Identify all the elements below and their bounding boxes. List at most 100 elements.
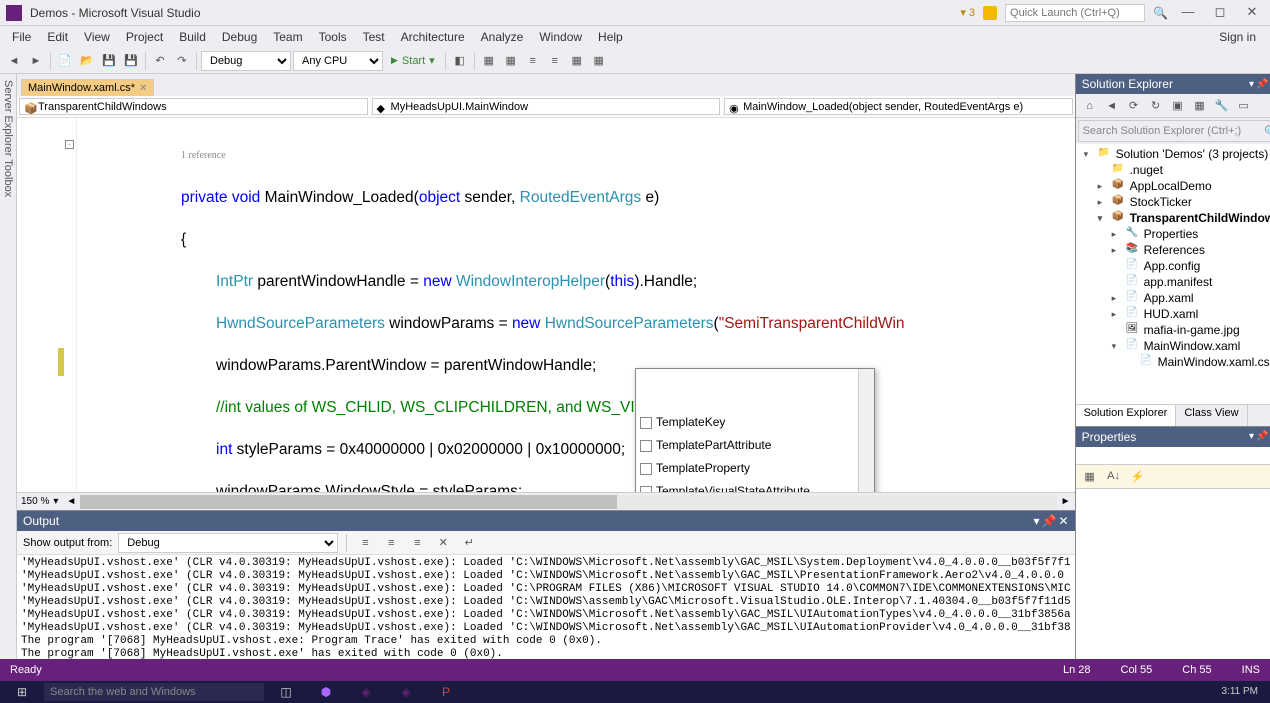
tree-expand-icon[interactable]: ▸ [1098, 197, 1108, 208]
taskbar-app-1[interactable]: ⬢ [308, 682, 344, 702]
output-pin-icon[interactable]: 📌 [1042, 514, 1057, 528]
output-btn-2[interactable]: ≡ [381, 533, 401, 553]
menu-tools[interactable]: Tools [311, 28, 355, 46]
output-btn-1[interactable]: ≡ [355, 533, 375, 553]
intellisense-scrollbar[interactable] [858, 369, 874, 492]
tree-node[interactable]: ▸📦AppLocalDemo [1076, 178, 1270, 194]
tree-expand-icon[interactable]: ▾ [1098, 213, 1108, 224]
props-dropdown-icon[interactable]: ▾ [1249, 431, 1254, 442]
platform-dropdown[interactable]: Any CPU [293, 51, 383, 71]
tree-expand-icon[interactable]: ▸ [1112, 229, 1122, 240]
scroll-right-icon[interactable]: ► [1061, 496, 1071, 507]
editor-h-scrollbar[interactable] [80, 495, 1056, 509]
nav-member-dropdown[interactable]: ◉MainWindow_Loaded(object sender, Routed… [724, 98, 1073, 115]
tree-expand-icon[interactable]: ▸ [1098, 181, 1108, 192]
props-az-icon[interactable]: A↓ [1104, 466, 1124, 486]
codelens-references[interactable]: 1 reference [181, 150, 226, 161]
tree-node[interactable]: ▸🔧Properties [1076, 226, 1270, 242]
close-tab-icon[interactable]: ✕ [139, 83, 147, 94]
se-collapse-icon[interactable]: ▣ [1168, 96, 1188, 116]
output-text[interactable]: 'MyHeadsUpUI.vshost.exe' (CLR v4.0.30319… [17, 555, 1075, 666]
tree-expand-icon[interactable]: ▸ [1112, 309, 1122, 320]
output-wrap-button[interactable]: ↵ [459, 533, 479, 553]
menu-analyze[interactable]: Analyze [473, 28, 532, 46]
taskbar-app-4[interactable]: P [428, 682, 464, 702]
left-tool-rail[interactable]: Server Explorer Toolbox [0, 74, 17, 682]
tb-icon-6[interactable]: ▦ [567, 51, 587, 71]
task-view-icon[interactable]: ◫ [268, 682, 304, 702]
intellisense-item[interactable]: TemplateKey [636, 411, 874, 434]
save-button[interactable]: 💾 [99, 51, 119, 71]
tree-node[interactable]: ▾📦TransparentChildWindows [1076, 210, 1270, 226]
output-dropdown-icon[interactable]: ▾ [1034, 514, 1040, 528]
tree-node[interactable]: ▸📚References [1076, 242, 1270, 258]
output-clear-button[interactable]: ✕ [433, 533, 453, 553]
start-button[interactable]: Start ▾ [385, 54, 441, 67]
se-refresh-icon[interactable]: ↻ [1146, 96, 1166, 116]
nav-class-dropdown[interactable]: ◆MyHeadsUpUI.MainWindow [372, 98, 721, 115]
notification-count[interactable]: ▾ 3 [960, 6, 975, 19]
properties-grid[interactable] [1076, 489, 1270, 683]
tb-icon-3[interactable]: ▦ [501, 51, 521, 71]
tree-expand-icon[interactable]: ▾ [1084, 149, 1094, 160]
output-btn-3[interactable]: ≡ [407, 533, 427, 553]
se-pin-icon[interactable]: 📌 [1256, 79, 1268, 90]
intellisense-item[interactable]: TemplatePartAttribute [636, 434, 874, 457]
se-preview-icon[interactable]: ▭ [1234, 96, 1254, 116]
se-properties-icon[interactable]: 🔧 [1212, 96, 1232, 116]
quick-launch-input[interactable] [1005, 4, 1145, 22]
intellisense-item[interactable]: TemplateVisualStateAttribute [636, 480, 874, 492]
tb-icon-4[interactable]: ≡ [523, 51, 543, 71]
tree-node[interactable]: ▾📄MainWindow.xaml [1076, 338, 1270, 354]
tb-icon-5[interactable]: ≡ [545, 51, 565, 71]
code-editor[interactable]: - 1 reference private void MainWindow_Lo… [17, 118, 1075, 492]
tree-node[interactable]: 📄MainWindow.xaml.cs [1076, 354, 1270, 370]
se-tab-solution[interactable]: Solution Explorer [1076, 405, 1177, 426]
se-dropdown-icon[interactable]: ▾ [1249, 79, 1254, 90]
undo-button[interactable]: ↶ [150, 51, 170, 71]
tree-node[interactable]: ▸📄App.xaml [1076, 290, 1270, 306]
zoom-level[interactable]: 150 % [21, 496, 49, 507]
save-all-button[interactable]: 💾 [121, 51, 141, 71]
se-sync-icon[interactable]: ⟳ [1124, 96, 1144, 116]
se-tab-classview[interactable]: Class View [1176, 405, 1247, 426]
props-pin-icon[interactable]: 📌 [1256, 431, 1268, 442]
nav-project-dropdown[interactable]: 📦TransparentChildWindows [19, 98, 368, 115]
se-home-icon[interactable]: ⌂ [1080, 96, 1100, 116]
taskbar-app-2[interactable]: ◈ [348, 682, 384, 702]
tree-expand-icon[interactable]: ▸ [1112, 293, 1122, 304]
output-source-dropdown[interactable]: Debug [118, 533, 338, 553]
menu-file[interactable]: File [4, 28, 39, 46]
se-showall-icon[interactable]: ▦ [1190, 96, 1210, 116]
menu-edit[interactable]: Edit [39, 28, 76, 46]
se-back-icon[interactable]: ◄ [1102, 96, 1122, 116]
menu-architecture[interactable]: Architecture [393, 28, 473, 46]
zoom-dropdown-icon[interactable]: ▾ [53, 496, 58, 507]
document-tab[interactable]: MainWindow.xaml.cs* ✕ [21, 79, 154, 96]
taskbar-app-3[interactable]: ◈ [388, 682, 424, 702]
tree-node[interactable]: 🖼mafia-in-game.jpg [1076, 322, 1270, 338]
tree-node[interactable]: 📄App.config [1076, 258, 1270, 274]
menu-test[interactable]: Test [355, 28, 393, 46]
props-events-icon[interactable]: ⚡ [1128, 466, 1148, 486]
taskbar-search[interactable]: Search the web and Windows [44, 683, 264, 701]
menu-build[interactable]: Build [171, 28, 214, 46]
output-header[interactable]: Output ▾ 📌 ✕ [17, 511, 1075, 531]
start-button-icon[interactable]: ⊞ [4, 682, 40, 702]
se-search-input[interactable]: Search Solution Explorer (Ctrl+;) 🔍 [1078, 120, 1270, 142]
search-icon[interactable]: 🔍 [1153, 6, 1168, 20]
properties-header[interactable]: Properties ▾📌✕ [1076, 427, 1270, 447]
solution-explorer-header[interactable]: Solution Explorer ▾📌✕ [1076, 74, 1270, 94]
config-dropdown[interactable]: Debug [201, 51, 291, 71]
menu-debug[interactable]: Debug [214, 28, 265, 46]
tb-icon-7[interactable]: ▦ [589, 51, 609, 71]
sign-in-link[interactable]: Sign in [1209, 28, 1266, 46]
open-button[interactable]: 📂 [77, 51, 97, 71]
solution-tree[interactable]: ▾📁Solution 'Demos' (3 projects)📁.nuget▸📦… [1076, 144, 1270, 404]
minimize-button[interactable]: — [1176, 4, 1200, 22]
scroll-left-icon[interactable]: ◄ [66, 496, 76, 507]
outline-collapse-icon[interactable]: - [65, 140, 74, 149]
notification-flag-icon[interactable] [983, 6, 997, 20]
intellisense-popup[interactable]: TemplateKeyTemplatePartAttribute Template… [635, 368, 875, 492]
tb-icon-1[interactable]: ◧ [450, 51, 470, 71]
